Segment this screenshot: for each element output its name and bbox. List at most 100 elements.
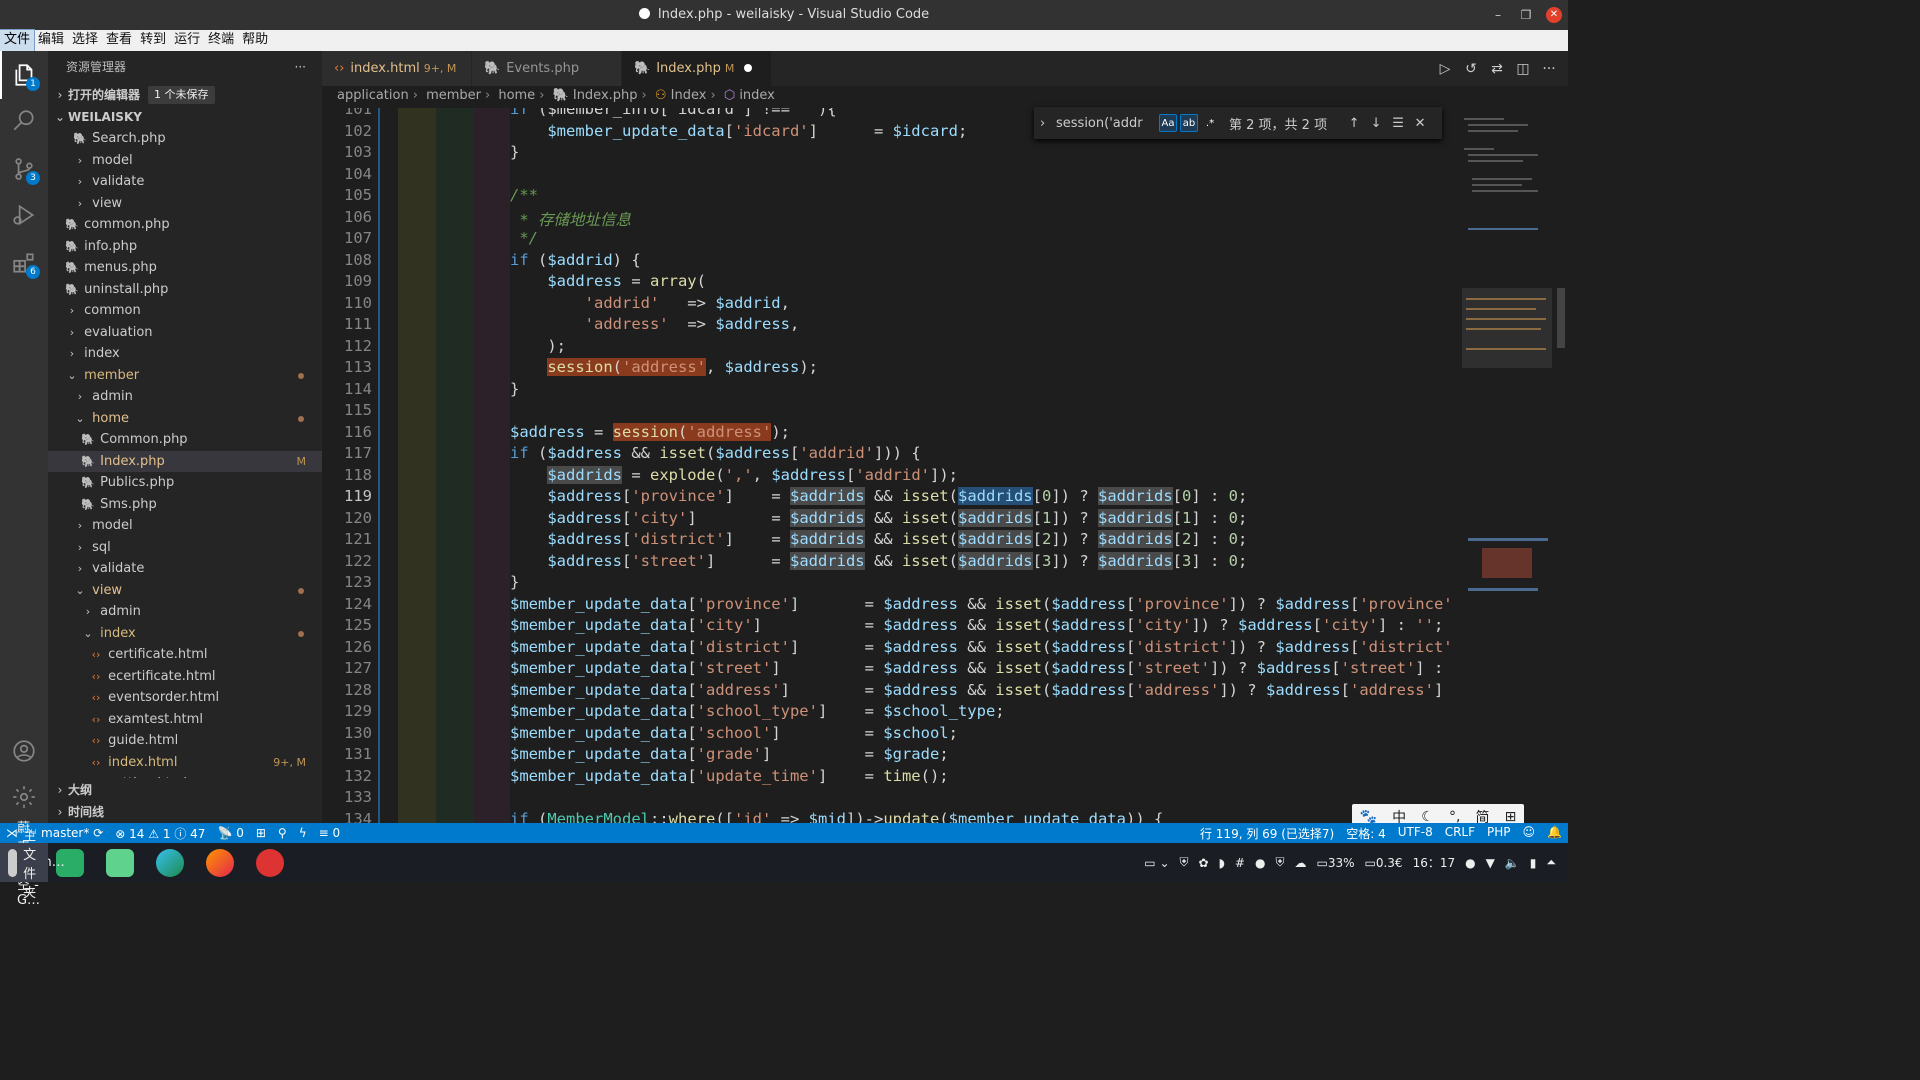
clock[interactable]: 16：17 [1413, 854, 1456, 871]
tree-file[interactable]: 🐘 common.php [48, 214, 322, 236]
tree-file[interactable]: ‹› guide.html [48, 730, 322, 752]
indentation-status[interactable]: 空格: 4 [1340, 825, 1392, 842]
tab-index-html[interactable]: ‹› index.html 9+, M [322, 51, 472, 86]
tray-expand-icon[interactable]: ▭ ⌄ [1144, 856, 1169, 870]
edge-button[interactable] [148, 843, 198, 882]
tree-folder[interactable]: › view [48, 193, 322, 215]
extensions-button[interactable]: 6 [0, 239, 48, 287]
language-status[interactable]: PHP [1481, 825, 1517, 842]
source-control-button[interactable]: 3 [0, 145, 48, 193]
breadcrumb-item[interactable]: index [739, 88, 775, 103]
run-icon[interactable]: ▷ [1436, 61, 1454, 77]
code-editor[interactable]: 101 if ($member_info['idcard'] !== ''){10… [322, 108, 1452, 823]
close-button[interactable]: ✕ [1546, 7, 1562, 23]
menu-view[interactable]: 查看 [102, 30, 136, 51]
restore-button[interactable]: ❐ [1512, 0, 1540, 30]
tree-file[interactable]: ‹› index.html 9+, M [48, 752, 322, 774]
history-icon[interactable]: ↺ [1462, 61, 1480, 77]
eol-status[interactable]: CRLF [1439, 825, 1481, 842]
run-debug-button[interactable] [0, 191, 48, 239]
tab-events-php[interactable]: 🐘 Events.php [472, 51, 622, 86]
tree-folder[interactable]: › model [48, 515, 322, 537]
tree-folder[interactable]: › sql [48, 537, 322, 559]
more-actions-icon[interactable]: ··· [295, 51, 306, 84]
notification-dot-icon[interactable]: ● [1465, 856, 1475, 870]
search-button[interactable] [0, 97, 48, 145]
vertical-scrollbar[interactable] [1554, 108, 1568, 823]
breadcrumb-item[interactable]: application [337, 88, 409, 103]
tree-folder[interactable]: › index [48, 343, 322, 365]
arrow-up-icon[interactable]: ↑ [1343, 116, 1365, 131]
tray-battery-status[interactable]: ▭33% [1316, 856, 1354, 870]
volume-icon[interactable]: 🔈 [1505, 856, 1520, 870]
close-icon[interactable]: ✕ [1409, 116, 1431, 131]
find-input[interactable]: session('addr [1056, 116, 1156, 131]
status-extra-3[interactable]: ϟ [293, 826, 313, 840]
settings-button[interactable] [0, 773, 48, 821]
tree-folder[interactable]: › evaluation [48, 322, 322, 344]
tab-index-php[interactable]: 🐘 Index.php M [622, 51, 772, 86]
tree-folder[interactable]: ⌄ member [48, 365, 322, 387]
tree-file[interactable]: ‹› eventsorder.html [48, 687, 322, 709]
tree-folder[interactable]: › validate [48, 171, 322, 193]
tree-file[interactable]: 🐘 menus.php [48, 257, 322, 279]
files-task[interactable]: 主文件夹 [0, 829, 48, 901]
tray-wechat-icon[interactable]: ● [1255, 856, 1265, 870]
status-extra-2[interactable]: ⚲ [272, 826, 293, 840]
menu-go[interactable]: 转到 [136, 30, 170, 51]
menu-help[interactable]: 帮助 [238, 30, 272, 51]
tray-shield-icon[interactable]: ⛨ [1180, 855, 1189, 870]
match-case-toggle[interactable]: Aa [1159, 114, 1177, 132]
power-icon[interactable]: ▮ [1530, 856, 1537, 870]
breadcrumb-item[interactable]: member [426, 88, 481, 103]
tree-file[interactable]: 🐘 Publics.php [48, 472, 322, 494]
encoding-status[interactable]: UTF-8 [1392, 825, 1439, 842]
menu-selection[interactable]: 选择 [68, 30, 102, 51]
tree-folder[interactable]: › admin [48, 601, 322, 623]
tree-folder[interactable]: ⌄ view [48, 580, 322, 602]
feedback-icon[interactable]: ☺ [1517, 825, 1542, 842]
firefox-button[interactable] [198, 843, 248, 882]
tree-folder[interactable]: ⌄ home [48, 408, 322, 430]
notes-button[interactable] [98, 843, 148, 882]
tray-network-icon[interactable]: ⛨ [1275, 855, 1284, 870]
tree-file[interactable]: 🐘 Sms.php [48, 494, 322, 516]
tree-file[interactable]: 🐘 Index.php M [48, 450, 322, 472]
tree-folder[interactable]: › admin [48, 386, 322, 408]
tray-headset-icon[interactable]: ◗ [1219, 856, 1225, 870]
tree-file[interactable]: ‹› examtest.html [48, 709, 322, 731]
breadcrumb-item[interactable]: Index.php [573, 88, 638, 103]
screenshot-button[interactable] [248, 843, 298, 882]
tree-file[interactable]: ‹› ecertificate.html [48, 666, 322, 688]
tray-arrow-icon[interactable]: ⏶ [1546, 855, 1556, 870]
tasks-status[interactable]: ≡ 0 [313, 826, 347, 840]
tray-net-speed[interactable]: ▭0.3€ [1365, 856, 1403, 870]
menu-edit[interactable]: 编辑 [34, 30, 68, 51]
explorer-button[interactable]: 1 [0, 51, 48, 99]
ports-status[interactable]: 📡 0 [211, 826, 249, 840]
outline-section[interactable]: › 大纲 [48, 779, 322, 801]
problems-status[interactable]: ⊗ 14 ⚠ 1 ⓘ 47 [109, 825, 211, 842]
tray-slack-icon[interactable]: # [1235, 856, 1245, 870]
more-actions-icon[interactable]: ··· [1540, 61, 1558, 77]
find-in-selection-icon[interactable]: ☰ [1387, 116, 1409, 131]
minimize-button[interactable]: – [1484, 0, 1512, 30]
split-editor-icon[interactable]: ◫ [1514, 61, 1532, 77]
regex-toggle[interactable]: .* [1201, 114, 1219, 132]
wifi-icon[interactable]: ▼ [1486, 856, 1495, 870]
open-editors-section[interactable]: › 打开的编辑器 1 个未保存 [48, 84, 322, 106]
tree-folder[interactable]: › common [48, 300, 322, 322]
project-section[interactable]: ⌄ WEILAISKY [48, 106, 322, 128]
compare-icon[interactable]: ⇄ [1488, 61, 1506, 77]
bell-icon[interactable]: 🔔 [1541, 825, 1568, 842]
tray-cloud-icon[interactable]: ☁ [1294, 856, 1306, 870]
whole-word-toggle[interactable]: ab [1180, 114, 1198, 132]
tree-file[interactable]: 🐘 Common.php [48, 429, 322, 451]
tree-folder[interactable]: › model [48, 150, 322, 172]
tree-file[interactable]: ‹› setting.html [48, 773, 322, 778]
breadcrumb-item[interactable]: Index [671, 88, 707, 103]
timeline-section[interactable]: › 时间线 [48, 801, 322, 823]
chevron-right-icon[interactable]: › [1040, 116, 1045, 131]
arrow-down-icon[interactable]: ↓ [1365, 116, 1387, 131]
tree-file[interactable]: 🐘 info.php [48, 236, 322, 258]
